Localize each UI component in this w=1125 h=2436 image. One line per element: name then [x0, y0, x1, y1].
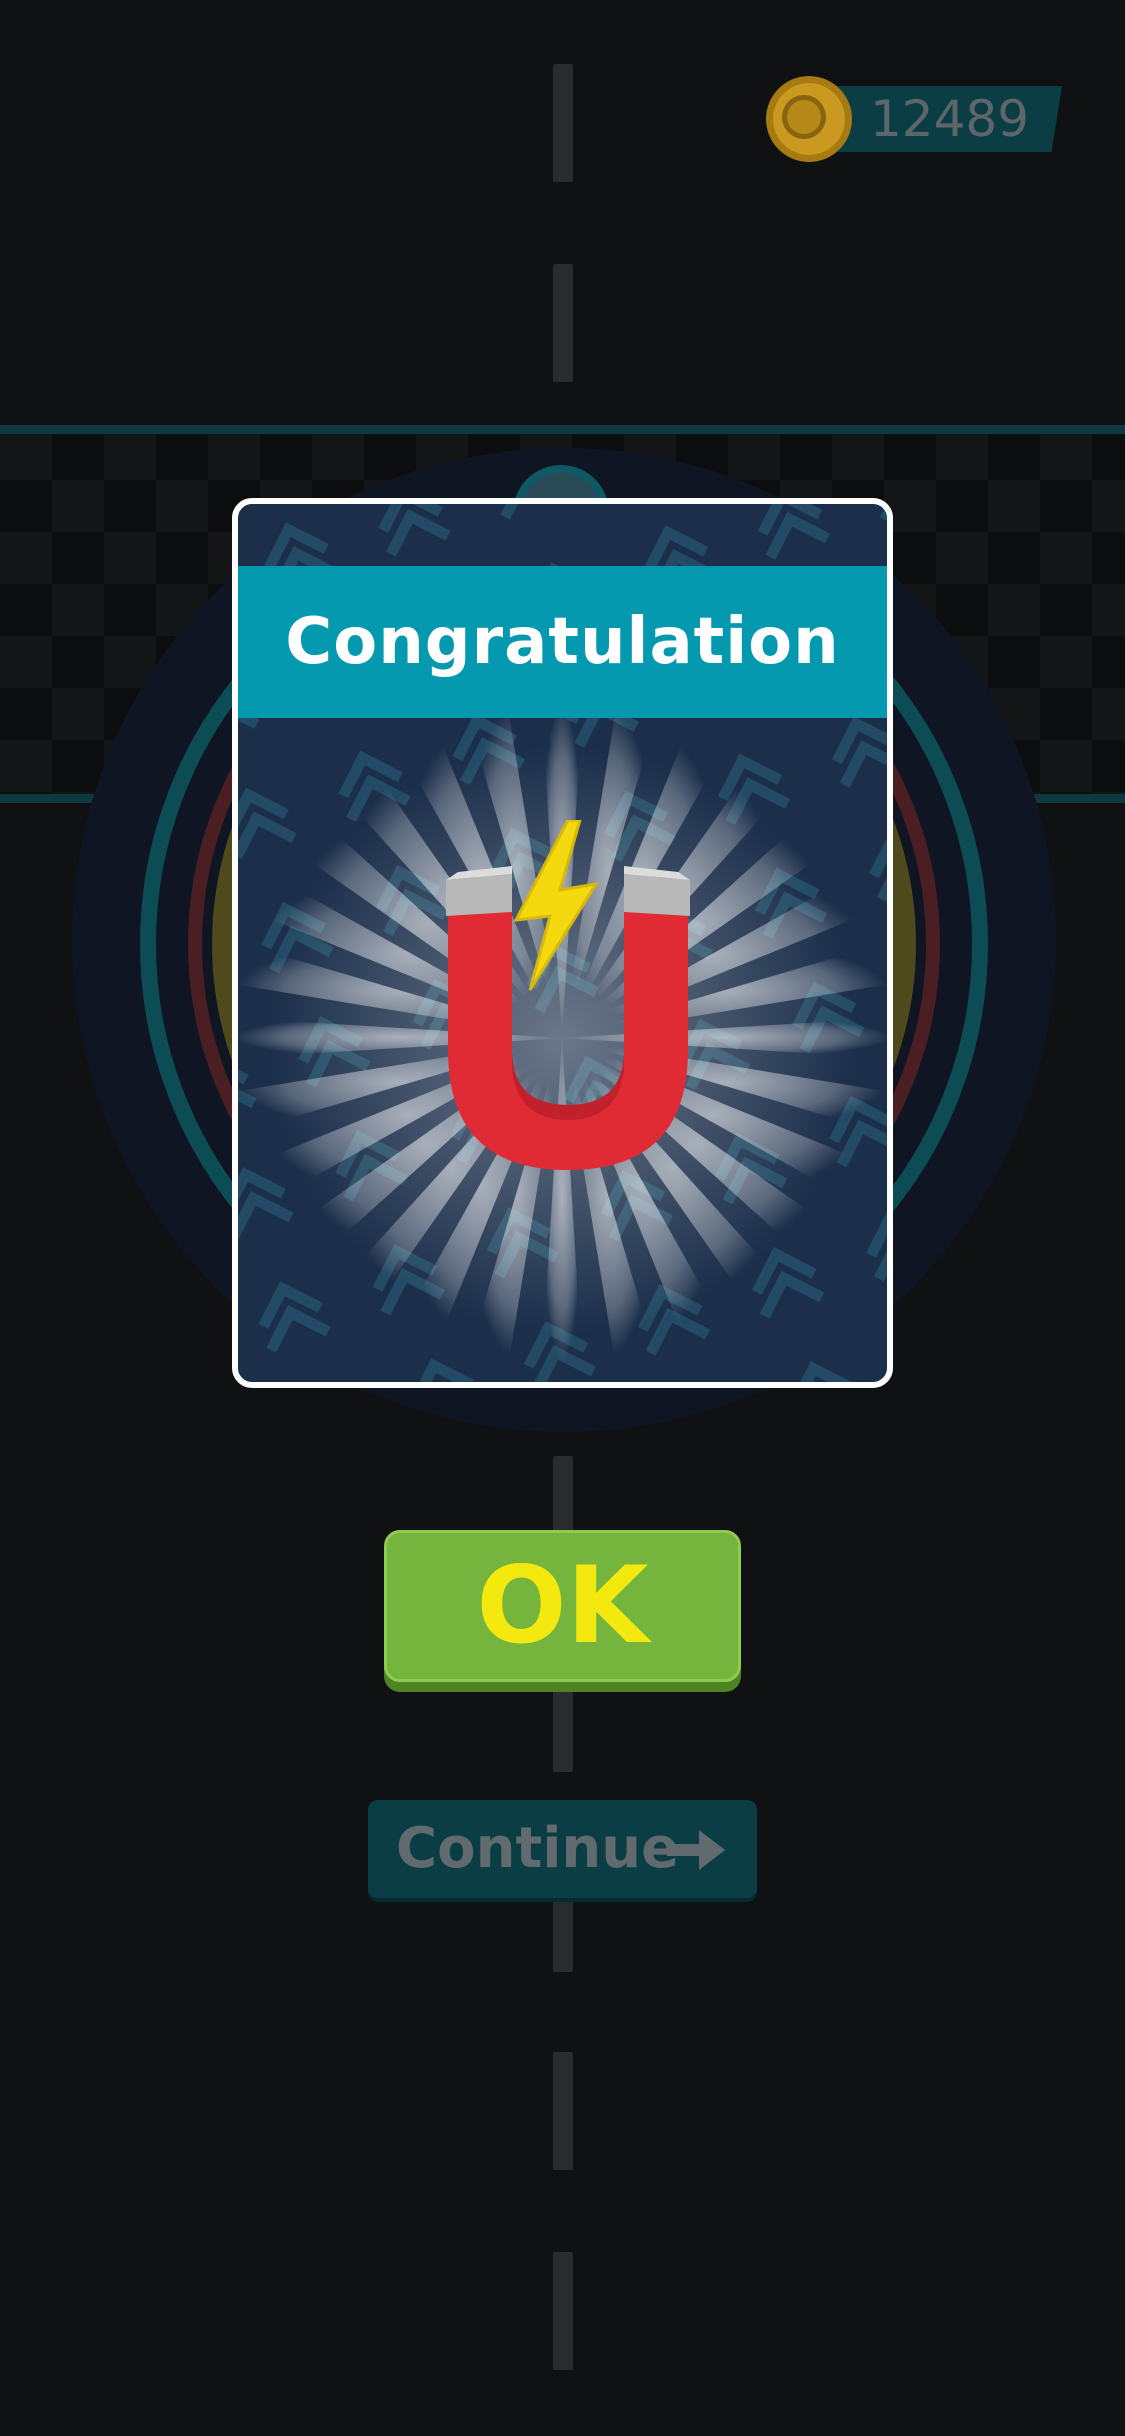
ok-button[interactable]: OK: [384, 1530, 741, 1682]
lane-dash: [553, 64, 573, 182]
lightning-icon: [513, 820, 600, 991]
coin-icon: [766, 76, 852, 162]
lane-dash: [553, 264, 573, 382]
modal-title: Congratulation: [238, 566, 887, 718]
lane-dash: [553, 2252, 573, 2370]
arrow-right-icon: [667, 1830, 725, 1870]
continue-label: Continue: [396, 1816, 680, 1881]
continue-button[interactable]: Continue: [368, 1800, 757, 1898]
reward-card: Congratulation: [232, 498, 893, 1388]
finish-line-edge: [0, 425, 1125, 434]
lane-dash: [553, 2052, 573, 2170]
magnet-icon: [446, 820, 690, 1170]
coin-count: 12489: [870, 90, 1030, 148]
